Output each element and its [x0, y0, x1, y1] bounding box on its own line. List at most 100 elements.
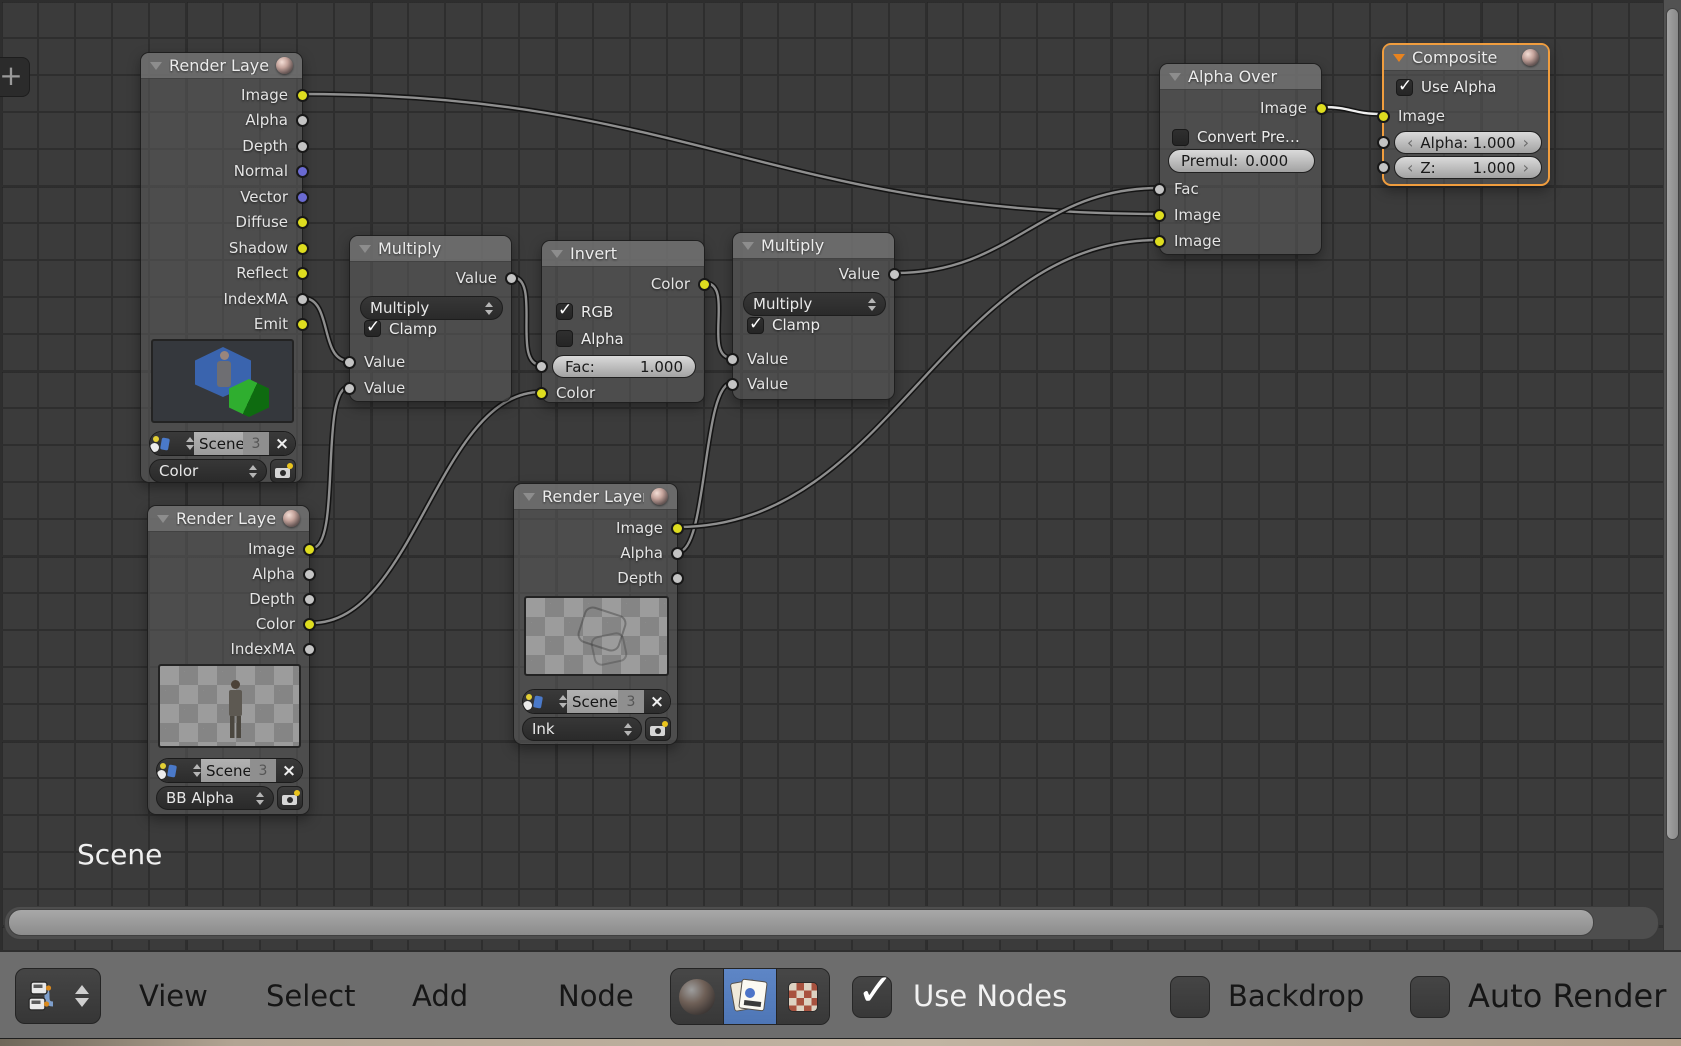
use-nodes-checkbox[interactable] [852, 976, 892, 1018]
scene-icon[interactable] [523, 690, 567, 713]
collapse-icon[interactable] [1169, 73, 1181, 81]
node-header[interactable]: Invert [542, 241, 704, 267]
collapse-icon[interactable] [157, 515, 169, 523]
scene-browse-arrows-icon[interactable] [559, 695, 567, 708]
socket-diffuse-output[interactable] [296, 216, 309, 229]
collapse-icon[interactable] [523, 493, 535, 501]
convert-premul-checkbox[interactable] [1172, 129, 1189, 146]
render-layer-button[interactable] [277, 786, 303, 810]
node-multiply-1[interactable]: Multiply Value Multiply Clamp Value Valu… [349, 235, 512, 402]
rgb-checkbox[interactable] [556, 303, 573, 320]
node-render-layers-2[interactable]: Render Layers Image Alpha Depth Color In… [147, 505, 310, 815]
socket-image-input[interactable] [1377, 110, 1390, 123]
socket-color-output[interactable] [698, 278, 711, 291]
blend-mode-dropdown[interactable]: Multiply [743, 292, 886, 316]
node-header[interactable]: Alpha Over [1160, 64, 1321, 90]
menu-node[interactable]: Node [558, 978, 634, 1014]
alpha-checkbox[interactable] [556, 330, 573, 347]
socket-image2-input[interactable] [1153, 235, 1166, 248]
collapse-icon[interactable] [551, 250, 563, 258]
socket-fac-input[interactable] [535, 360, 548, 373]
scene-user-count[interactable]: 3 [618, 690, 644, 713]
node-canvas[interactable]: Render Layers Image Alpha Depth Normal V… [0, 0, 1663, 950]
collapse-icon[interactable] [1393, 54, 1405, 62]
scene-name-field[interactable]: Scene [194, 432, 243, 455]
socket-depth-output[interactable] [303, 593, 316, 606]
vertical-scrollbar-handle[interactable] [1666, 8, 1679, 840]
unlink-icon[interactable]: × [644, 690, 670, 713]
render-layer-dropdown[interactable]: Ink [522, 717, 642, 741]
render-layer-button[interactable] [270, 459, 296, 483]
scene-selector[interactable]: Scene 3 × [522, 689, 671, 714]
menu-select[interactable]: Select [266, 978, 355, 1014]
render-layer-button[interactable] [645, 717, 671, 741]
node-header[interactable]: Render Layers [514, 484, 677, 510]
node-header[interactable]: Composite [1384, 45, 1548, 71]
node-multiply-2[interactable]: Multiply Value Multiply Clamp Value Valu… [732, 232, 895, 400]
socket-color-input[interactable] [535, 387, 548, 400]
scene-name-field[interactable]: Scene [201, 759, 250, 782]
scene-icon[interactable] [150, 432, 194, 455]
socket-indexma-output[interactable] [303, 643, 316, 656]
menu-add[interactable]: Add [412, 978, 468, 1014]
node-render-layers-1[interactable]: Render Layers Image Alpha Depth Normal V… [140, 52, 303, 483]
socket-image-output[interactable] [1315, 102, 1328, 115]
z-number-field[interactable]: Z: 1.000 [1394, 156, 1542, 179]
horizontal-scrollbar[interactable] [4, 906, 1659, 940]
menu-view[interactable]: View [139, 978, 208, 1014]
node-alpha-over[interactable]: Alpha Over Image Convert Pre… Premul: 0.… [1159, 63, 1322, 255]
auto-render-checkbox[interactable] [1410, 976, 1450, 1018]
texture-nodes-button[interactable] [777, 969, 829, 1024]
socket-alpha-output[interactable] [671, 547, 684, 560]
socket-value2-input[interactable] [726, 378, 739, 391]
socket-color-output[interactable] [303, 618, 316, 631]
socket-alpha-input[interactable] [1377, 136, 1390, 149]
use-alpha-checkbox[interactable] [1396, 79, 1413, 96]
node-render-layers-3[interactable]: Render Layers Image Alpha Depth Scene 3 … [513, 483, 678, 745]
socket-fac-input[interactable] [1153, 183, 1166, 196]
collapse-icon[interactable] [150, 62, 162, 70]
node-header[interactable]: Render Layers [148, 506, 309, 532]
render-layer-dropdown[interactable]: Color [149, 459, 267, 483]
node-header[interactable]: Render Layers [141, 53, 302, 79]
scene-name-field[interactable]: Scene [567, 690, 618, 713]
compositing-nodes-button[interactable] [724, 969, 777, 1024]
socket-reflect-output[interactable] [296, 267, 309, 280]
socket-indexma-output[interactable] [296, 293, 309, 306]
scene-selector[interactable]: Scene 3 × [149, 431, 296, 456]
expand-region-button[interactable]: + [0, 57, 30, 97]
blend-mode-dropdown[interactable]: Multiply [360, 296, 503, 320]
editor-type-selector[interactable] [15, 968, 101, 1024]
unlink-icon[interactable]: × [276, 759, 302, 782]
premul-slider[interactable]: Premul: 0.000 [1168, 149, 1315, 173]
vertical-scrollbar[interactable] [1663, 0, 1681, 950]
node-composite[interactable]: Composite Use Alpha Image Alpha: 1.000 Z… [1382, 43, 1550, 186]
socket-image-output[interactable] [296, 89, 309, 102]
socket-depth-output[interactable] [296, 140, 309, 153]
fac-slider[interactable]: Fac: 1.000 [552, 355, 696, 378]
socket-shadow-output[interactable] [296, 242, 309, 255]
socket-vector-output[interactable] [296, 191, 309, 204]
socket-value2-input[interactable] [343, 382, 356, 395]
socket-alpha-output[interactable] [303, 568, 316, 581]
socket-value-output[interactable] [505, 272, 518, 285]
horizontal-scrollbar-handle[interactable] [8, 909, 1594, 936]
socket-depth-output[interactable] [671, 572, 684, 585]
backdrop-checkbox[interactable] [1170, 976, 1210, 1018]
clamp-checkbox[interactable] [747, 317, 764, 334]
clamp-checkbox[interactable] [364, 320, 381, 337]
render-layer-dropdown[interactable]: BB Alpha [156, 786, 274, 810]
alpha-number-field[interactable]: Alpha: 1.000 [1394, 131, 1542, 154]
socket-value-output[interactable] [888, 268, 901, 281]
scene-user-count[interactable]: 3 [250, 759, 276, 782]
socket-normal-output[interactable] [296, 165, 309, 178]
node-header[interactable]: Multiply [350, 236, 511, 262]
socket-value1-input[interactable] [726, 353, 739, 366]
socket-alpha-output[interactable] [296, 114, 309, 127]
collapse-icon[interactable] [742, 242, 754, 250]
shader-nodes-button[interactable] [671, 969, 724, 1024]
socket-image1-input[interactable] [1153, 209, 1166, 222]
scene-icon[interactable] [157, 759, 201, 782]
socket-emit-output[interactable] [296, 318, 309, 331]
socket-z-input[interactable] [1377, 161, 1390, 174]
